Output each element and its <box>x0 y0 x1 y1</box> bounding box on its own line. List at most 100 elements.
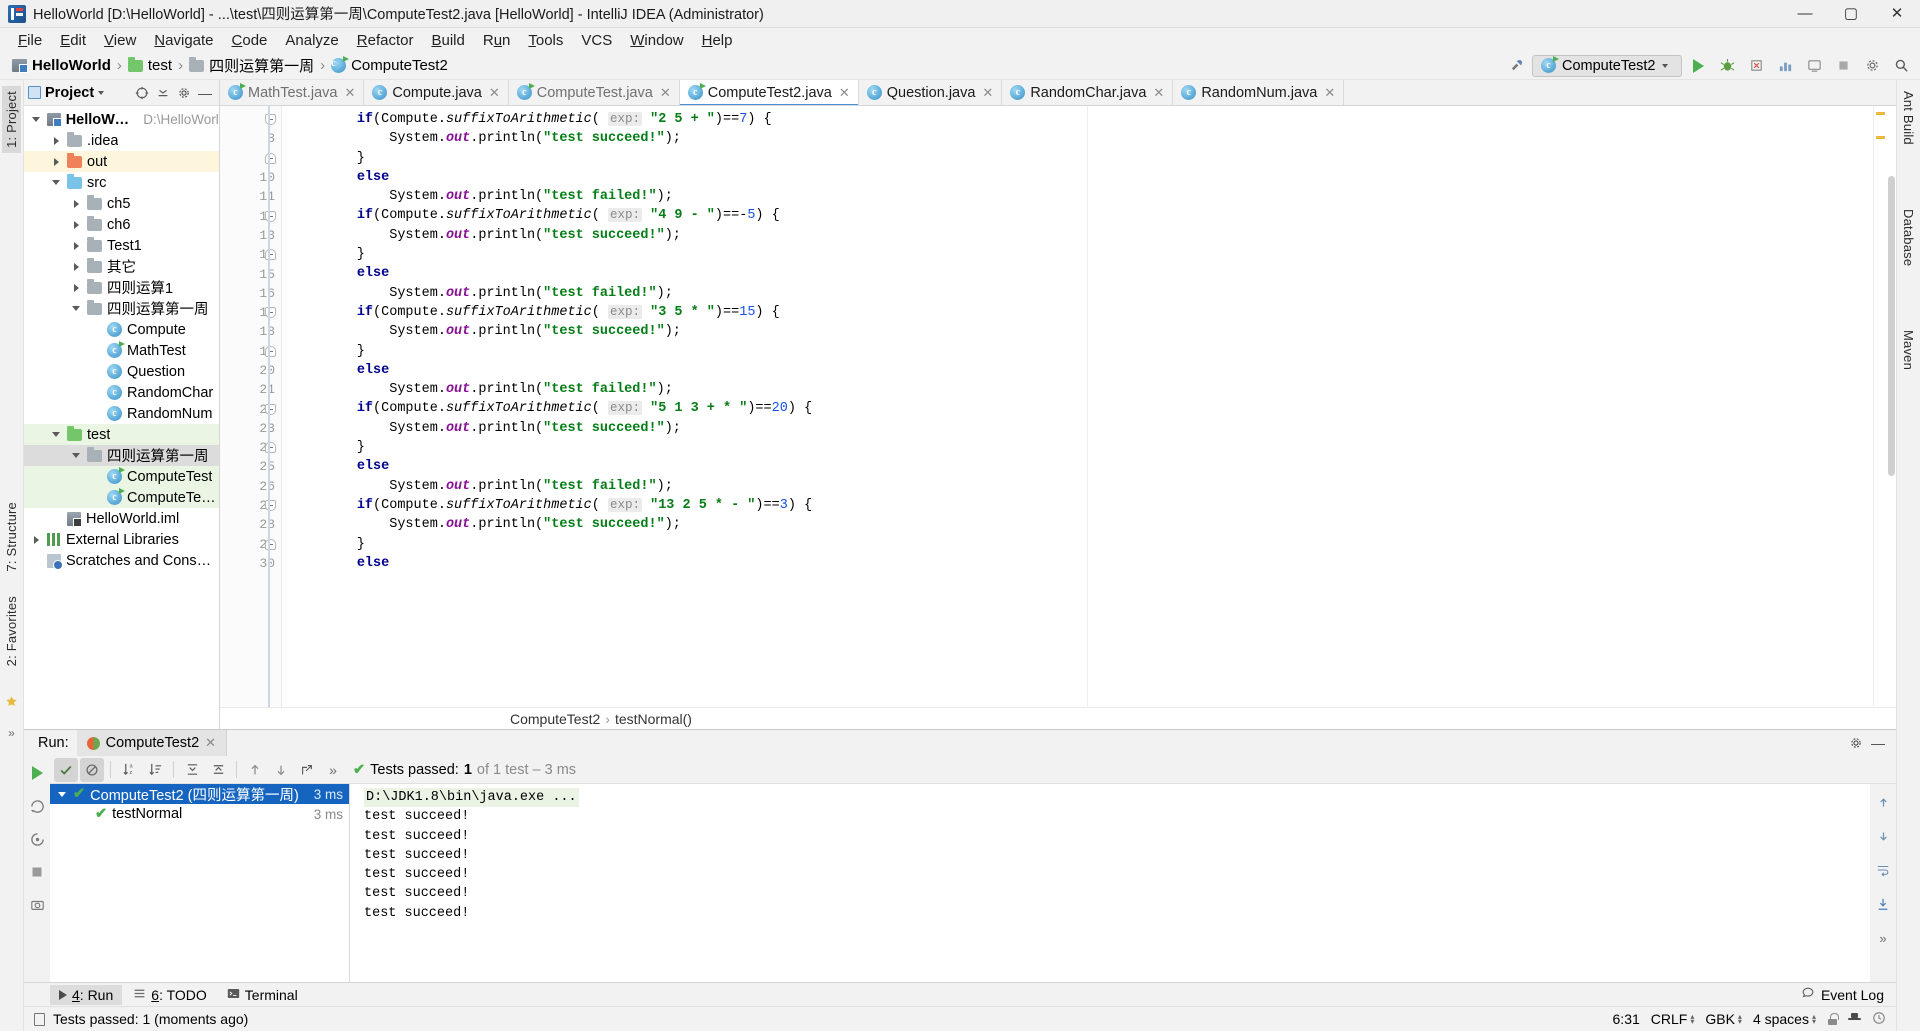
tool-window-run[interactable]: 4: Run <box>50 984 123 1005</box>
editor-gutter[interactable]: 7891011121314151617181920212223242526272… <box>220 106 282 707</box>
breadcrumb-method-name[interactable]: testNormal() <box>615 711 692 727</box>
code-line[interactable]: else <box>282 361 1873 380</box>
close-icon[interactable]: ✕ <box>205 735 216 751</box>
chevron-down-icon[interactable] <box>70 453 82 458</box>
breadcrumb-test[interactable]: test <box>122 55 178 76</box>
caret-position[interactable]: 6:31 <box>1613 1011 1640 1027</box>
menu-build[interactable]: Build <box>422 30 473 51</box>
scroll-up-icon[interactable] <box>1873 792 1893 812</box>
chevron-right-icon[interactable] <box>70 200 82 208</box>
attach-process-button[interactable] <box>1801 54 1827 78</box>
editor-viewport[interactable]: 7891011121314151617181920212223242526272… <box>220 106 1896 707</box>
minimize-button[interactable]: — <box>1782 0 1828 28</box>
fold-start-icon[interactable] <box>265 403 276 415</box>
collapse-all-icon[interactable] <box>153 83 173 103</box>
expand-rail-icon[interactable]: » <box>8 726 15 740</box>
chevron-right-icon[interactable] <box>70 284 82 292</box>
menu-run[interactable]: Run <box>474 30 520 51</box>
close-icon[interactable]: ✕ <box>344 85 355 101</box>
editor-vertical-scrollbar[interactable] <box>1887 106 1896 707</box>
fold-end-icon[interactable] <box>265 538 276 550</box>
code-line[interactable]: if(Compute.suffixToArithmetic( exp: "13 … <box>282 496 1873 515</box>
close-icon[interactable]: ✕ <box>1153 85 1164 101</box>
project-tree-item[interactable]: HelloWorld D:\HelloWorld <box>24 109 219 130</box>
show-ignored-tests-toggle[interactable] <box>80 757 104 782</box>
menu-vcs[interactable]: VCS <box>572 30 621 51</box>
more-actions-icon[interactable]: » <box>321 758 345 782</box>
menu-refactor[interactable]: Refactor <box>348 30 423 51</box>
project-tree-item[interactable]: 四则运算1 <box>24 277 219 298</box>
code-line[interactable]: System.out.println("test succeed!"); <box>282 419 1873 438</box>
code-content[interactable]: if(Compute.suffixToArithmetic( exp: "2 5… <box>282 106 1873 707</box>
screenshot-icon[interactable] <box>27 895 47 915</box>
close-icon[interactable]: ✕ <box>1324 85 1335 101</box>
code-line[interactable]: System.out.println("test succeed!"); <box>282 515 1873 534</box>
project-tree-item[interactable]: 其它 <box>24 256 219 277</box>
show-passed-tests-toggle[interactable] <box>54 757 78 782</box>
code-line[interactable]: } <box>282 535 1873 554</box>
search-everywhere-icon[interactable] <box>1888 54 1914 78</box>
hide-panel-icon[interactable]: — <box>195 83 215 103</box>
sort-by-duration-icon[interactable] <box>143 758 167 782</box>
project-tree-item[interactable]: c RandomChar <box>24 382 219 403</box>
project-tree-item[interactable]: c Question <box>24 361 219 382</box>
test-results-tree[interactable]: ✔ ComputeTest2 (四则运算第一周) 3 ms ✔ testNormal 3 … <box>50 784 350 982</box>
close-icon[interactable]: ✕ <box>489 85 500 101</box>
code-line[interactable]: if(Compute.suffixToArithmetic( exp: "5 1… <box>282 399 1873 418</box>
tool-tab-ant-build[interactable]: Ant Build <box>1899 86 1918 150</box>
chevron-down-icon[interactable] <box>70 306 82 311</box>
code-line[interactable]: System.out.println("test succeed!"); <box>282 322 1873 341</box>
power-save-hat-icon[interactable] <box>1848 1013 1861 1025</box>
project-tree-item[interactable]: 四则运算第一周 <box>24 298 219 319</box>
maximize-button[interactable]: ▢ <box>1828 0 1874 28</box>
menu-navigate[interactable]: Navigate <box>145 30 222 51</box>
project-settings-gear-icon[interactable] <box>174 83 194 103</box>
rerun-button[interactable] <box>27 763 47 783</box>
fold-end-icon[interactable] <box>265 152 276 164</box>
project-tree-item[interactable]: External Libraries <box>24 529 219 550</box>
tool-tab-maven[interactable]: Maven <box>1899 325 1918 375</box>
stop-button[interactable] <box>1830 54 1856 78</box>
previous-test-icon[interactable] <box>243 758 267 782</box>
breadcrumb-package[interactable]: 四则运算第一周 <box>183 53 320 78</box>
code-line[interactable]: if(Compute.suffixToArithmetic( exp: "2 5… <box>282 110 1873 129</box>
console-output[interactable]: D:\JDK1.8\bin\java.exe ... test succeed! t… <box>350 784 1870 982</box>
editor-tab[interactable]: c Compute.java ✕ <box>364 80 509 105</box>
menu-analyze[interactable]: Analyze <box>276 30 347 51</box>
code-line[interactable]: else <box>282 168 1873 187</box>
breadcrumb-project[interactable]: HelloWorld <box>6 55 117 76</box>
code-line[interactable]: System.out.println("test failed!"); <box>282 380 1873 399</box>
code-line[interactable]: else <box>282 264 1873 283</box>
collapse-all-icon[interactable] <box>206 758 230 782</box>
encoding-selector[interactable]: GBK ▴ ▾ <box>1705 1011 1742 1027</box>
project-tree-item[interactable]: test <box>24 424 219 445</box>
chevron-down-icon[interactable] <box>50 432 62 437</box>
tool-window-todo[interactable]: 6: TODO <box>124 985 216 1005</box>
fold-end-icon[interactable] <box>265 442 276 454</box>
code-line[interactable]: if(Compute.suffixToArithmetic( exp: "3 5… <box>282 303 1873 322</box>
code-line[interactable]: System.out.println("test succeed!"); <box>282 226 1873 245</box>
indent-selector[interactable]: 4 spaces ▴ ▾ <box>1753 1011 1816 1027</box>
code-line[interactable]: System.out.println("test failed!"); <box>282 477 1873 496</box>
editor-tab[interactable]: c RandomNum.java ✕ <box>1173 80 1345 105</box>
background-tasks-icon[interactable] <box>1872 1011 1886 1028</box>
build-hammer-icon[interactable] <box>1503 54 1529 78</box>
menu-view[interactable]: View <box>95 30 145 51</box>
editor-tab[interactable]: c Question.java ✕ <box>859 80 1003 105</box>
console-more-icon[interactable]: » <box>1873 928 1893 948</box>
code-line[interactable]: else <box>282 554 1873 573</box>
scroll-down-icon[interactable] <box>1873 826 1893 846</box>
project-tree-item[interactable]: Scratches and Consoles <box>24 550 219 571</box>
fold-start-icon[interactable] <box>265 307 276 318</box>
menu-window[interactable]: Window <box>621 30 692 51</box>
tool-window-terminal[interactable]: Terminal <box>218 985 307 1005</box>
project-tree-item[interactable]: Test1 <box>24 235 219 256</box>
tool-tab-project[interactable]: 1: Project <box>2 86 21 153</box>
toggle-auto-test-icon[interactable] <box>27 829 47 849</box>
project-tree-item[interactable]: 四则运算第一周 <box>24 445 219 466</box>
read-only-lock-icon[interactable] <box>1827 1013 1839 1025</box>
chevron-right-icon[interactable] <box>70 221 82 229</box>
menu-tools[interactable]: Tools <box>519 30 572 51</box>
tool-tab-structure[interactable]: 7: Structure <box>2 497 21 577</box>
close-icon[interactable]: ✕ <box>982 85 993 101</box>
